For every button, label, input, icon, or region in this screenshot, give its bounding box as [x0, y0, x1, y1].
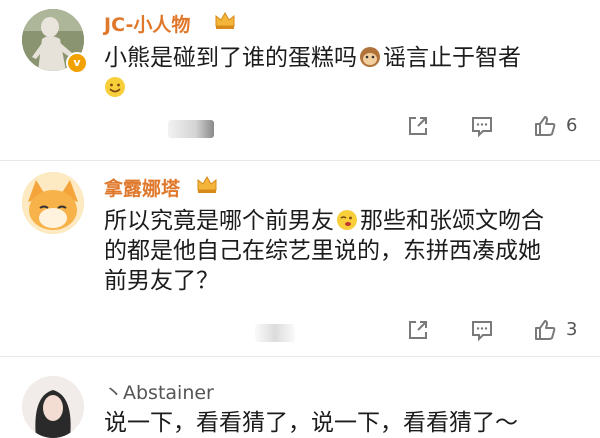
comment-text: 说一下，看看猜了，说一下，看看猜了～ [104, 410, 518, 436]
username[interactable]: 拿露娜塔 [104, 174, 180, 201]
avatar[interactable] [22, 172, 84, 234]
crown-icon [197, 175, 217, 193]
blurred-placeholder [255, 324, 295, 342]
comment-text: 小熊是碰到了谁的蛋糕吗 谣言止于智者 [104, 43, 584, 103]
comment-icon[interactable] [470, 318, 494, 342]
like-count: 3 [566, 319, 578, 340]
comment-text: 所以究竟是哪个前男友 那些和张颂文吻合 的都是他自己在综艺里说的，东拼西凑成她 … [104, 208, 544, 294]
comment-actions: 3 [0, 316, 600, 346]
username[interactable]: JC-小人物 [104, 10, 190, 37]
username[interactable]: 丶Abstainer [104, 378, 214, 405]
verified-badge-icon: v [66, 52, 88, 74]
like-count: 6 [566, 115, 578, 136]
monkey-emoji-icon [360, 47, 380, 67]
avatar[interactable] [22, 376, 84, 438]
comment-icon[interactable] [470, 114, 494, 138]
share-icon[interactable] [406, 318, 430, 342]
crown-icon [215, 11, 235, 29]
wink-emoji-icon [337, 210, 357, 230]
comment-actions: 6 [0, 112, 600, 142]
comment-item: 丶Abstainer 说一下，看看猜了，说一下，看看猜了～ [0, 356, 600, 438]
smile-emoji-icon [105, 77, 125, 97]
share-icon[interactable] [406, 114, 430, 138]
like-icon[interactable] [533, 318, 557, 342]
comment-item: v JC-小人物 小熊是碰到了谁的蛋糕吗 谣言止于智者 6 [0, 0, 600, 160]
like-icon[interactable] [533, 114, 557, 138]
blurred-placeholder [168, 120, 214, 138]
comment-item: 拿露娜塔 所以究竟是哪个前男友 那些和张颂文吻合 的都是他自己在综艺里说的，东拼… [0, 160, 600, 356]
